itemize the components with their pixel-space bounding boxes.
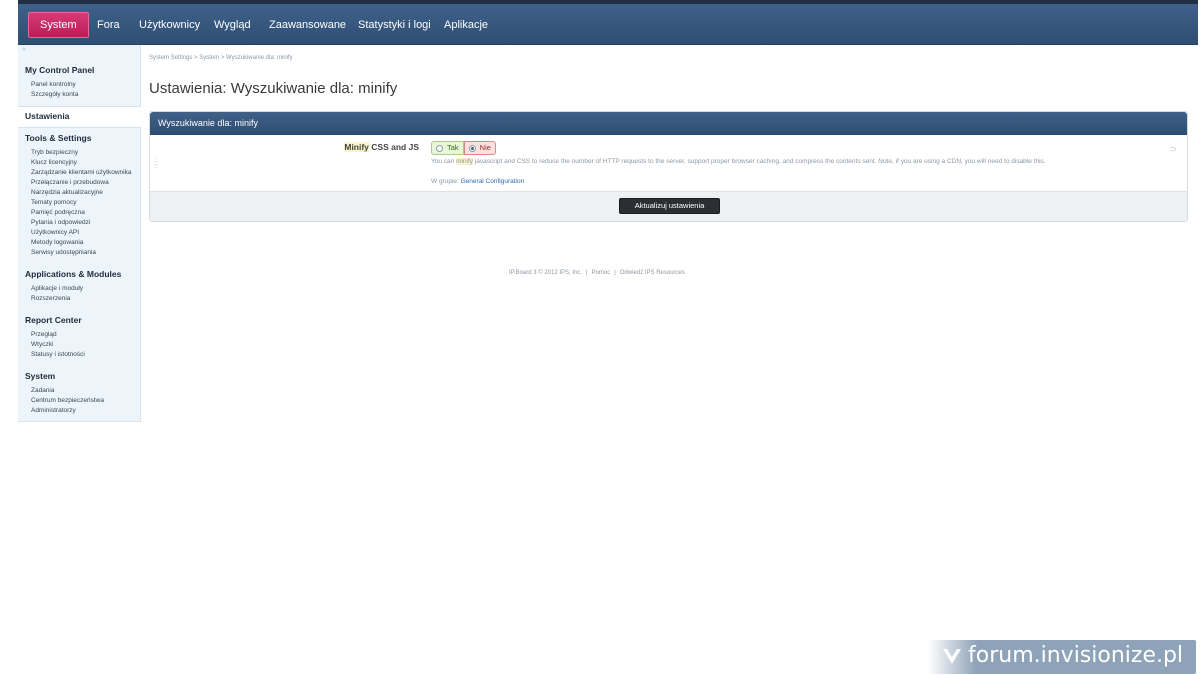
sidebar-link[interactable]: Tematy pomocy: [31, 199, 77, 206]
main-navigation: System Fora Użytkownicy Wygląd Zaawansow…: [18, 4, 1198, 45]
sidebar-link[interactable]: Aplikacje i moduły: [31, 285, 83, 292]
nav-tab-zaawansowane[interactable]: Zaawansowane: [269, 14, 346, 36]
sidebar-link[interactable]: Rozszerzenia: [31, 295, 70, 302]
sidebar: « My Control Panel Panel kontrolny Szcze…: [18, 45, 141, 422]
watermark-text: forum.invisionize.pl: [968, 643, 1184, 668]
sidebar-link-panel-kontrolny[interactable]: Panel kontrolny: [31, 81, 76, 88]
page-footer: IP.Board 3 © 2012 IPS, Inc. | Pomoc | Odwied…: [509, 270, 685, 276]
radio-no[interactable]: [468, 144, 476, 152]
description-text: You can: [431, 158, 457, 165]
sidebar-link[interactable]: Metody logowania: [31, 239, 83, 246]
sidebar-group-system: System: [25, 371, 56, 381]
sidebar-link[interactable]: Tryb bezpieczny: [31, 149, 78, 156]
panel-footer: Aktualizuj ustawienia: [150, 191, 1187, 221]
drag-handle-icon[interactable]: ::::::: [154, 157, 158, 170]
description-text: javascript and CSS to reduce the number …: [473, 158, 1046, 165]
page-title: Ustawienia: Wyszukiwanie dla: minify: [149, 80, 398, 97]
sidebar-group-applications-modules: Applications & Modules: [25, 269, 122, 279]
yes-no-toggle: Tak Nie: [431, 141, 496, 155]
description-highlight: minify: [456, 158, 474, 165]
option-no[interactable]: Nie: [463, 141, 496, 155]
ips-resources-link[interactable]: Odwiedź IPS Resources: [620, 270, 685, 276]
sidebar-link[interactable]: Pytania i odpowiedzi: [31, 219, 90, 226]
collapse-sidebar-icon[interactable]: «: [22, 46, 26, 53]
sidebar-link[interactable]: Zadania: [31, 387, 55, 394]
sidebar-link-szczegoly-konta[interactable]: Szczegóły konta: [31, 91, 78, 98]
copyright: IP.Board 3 © 2012 IPS, Inc.: [509, 270, 583, 276]
sidebar-link[interactable]: Statusy i istotności: [31, 351, 85, 358]
panel-header: Wyszukiwanie dla: minify: [150, 112, 1187, 135]
sidebar-group-report-center: Report Center: [25, 315, 82, 325]
update-settings-button[interactable]: Aktualizuj ustawienia: [619, 198, 720, 214]
sidebar-group-tools-settings: Tools & Settings: [25, 133, 92, 143]
radio-yes[interactable]: [436, 144, 443, 152]
sidebar-link[interactable]: Przełączanie i przebudowa: [31, 179, 109, 186]
sidebar-link[interactable]: Centrum bezpieczeństwa: [31, 397, 104, 404]
option-yes[interactable]: Tak: [431, 141, 464, 155]
nav-tab-statystyki[interactable]: Statystyki i logi: [358, 14, 431, 36]
setting-label-highlight: Minify: [344, 142, 369, 152]
sidebar-link[interactable]: Serwisy udostępniania: [31, 249, 96, 256]
sidebar-link[interactable]: Wtyczki: [31, 341, 53, 348]
group-link[interactable]: General Configuration: [461, 178, 525, 185]
sidebar-link[interactable]: Pamięć podręczna: [31, 209, 85, 216]
sidebar-link[interactable]: Narzędzia aktualizacyjne: [31, 189, 103, 196]
setting-label-rest: CSS and JS: [368, 142, 419, 152]
nav-tab-fora[interactable]: Fora: [97, 14, 120, 36]
sidebar-item-ustawienia[interactable]: Ustawienia: [18, 106, 141, 128]
nav-tab-uzytkownicy[interactable]: Użytkownicy: [139, 14, 200, 36]
option-no-label: Nie: [479, 143, 491, 152]
settings-panel: Wyszukiwanie dla: minify :::::: Minify C…: [149, 111, 1188, 222]
footer-separator: |: [614, 270, 616, 276]
nav-tab-wyglad[interactable]: Wygląd: [214, 14, 251, 36]
nav-tab-aplikacje[interactable]: Aplikacje: [444, 14, 488, 36]
panel-title: Wyszukiwanie dla: minify: [158, 118, 258, 128]
invisionize-logo-icon: [943, 649, 961, 664]
sidebar-link[interactable]: Administratorzy: [31, 407, 76, 414]
sidebar-link[interactable]: Klucz licencyjny: [31, 159, 77, 166]
watermark: forum.invisionize.pl: [928, 640, 1196, 674]
sidebar-link[interactable]: Przegląd: [31, 331, 57, 338]
sidebar-group-my-control-panel: My Control Panel: [25, 65, 95, 75]
option-yes-label: Tak: [447, 143, 459, 152]
help-link[interactable]: Pomoc: [592, 270, 611, 276]
setting-description: You can minify javascript and CSS to red…: [431, 157, 1131, 166]
sidebar-link[interactable]: Użytkownicy API: [31, 229, 79, 236]
sidebar-link[interactable]: Zarządzanie klientami użytkownika: [31, 169, 131, 176]
breadcrumb[interactable]: System Settings > System > Wyszukiwanie …: [149, 55, 293, 61]
revert-icon[interactable]: ⊃: [1166, 144, 1180, 154]
group-prefix: W grupie:: [431, 178, 461, 185]
nav-tab-system[interactable]: System: [28, 12, 89, 38]
footer-separator: |: [586, 270, 588, 276]
setting-group: W grupie: General Configuration: [431, 178, 524, 185]
sidebar-item-label: Ustawienia: [25, 111, 70, 121]
setting-label: Minify CSS and JS: [344, 142, 419, 152]
